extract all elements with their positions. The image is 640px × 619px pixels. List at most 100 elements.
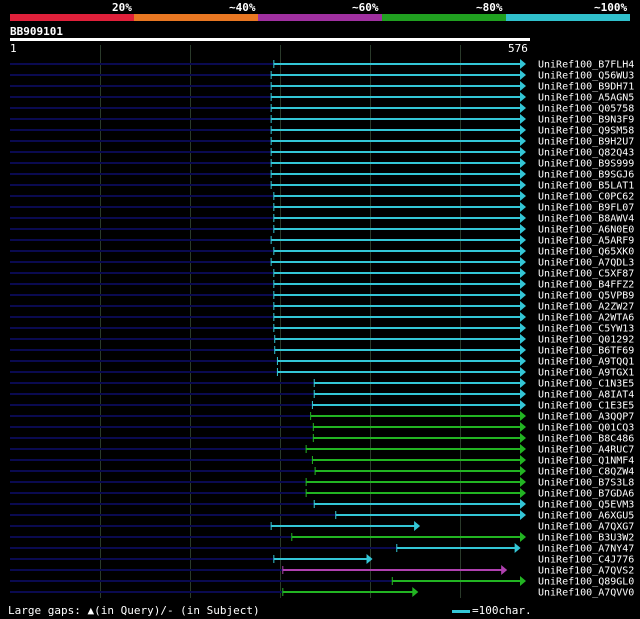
hit-row[interactable]: UniRef100_Q56WU3 <box>10 70 634 82</box>
hit-label[interactable]: UniRef100_A5ARF9 <box>538 236 634 247</box>
hit-row[interactable]: UniRef100_A6N0E0 <box>10 224 634 236</box>
hit-label[interactable]: UniRef100_C1N3E5 <box>538 379 634 390</box>
hit-label[interactable]: UniRef100_Q89GL0 <box>538 577 634 588</box>
hit-row[interactable]: UniRef100_A5ARF9 <box>10 235 634 247</box>
hit-label[interactable]: UniRef100_C0PC62 <box>538 192 634 203</box>
hit-label[interactable]: UniRef100_A7NY47 <box>538 544 634 555</box>
hit-row[interactable]: UniRef100_B9DH71 <box>10 81 634 93</box>
hit-row[interactable]: UniRef100_A5AGN5 <box>10 92 634 104</box>
hit-label[interactable]: UniRef100_C8QZW4 <box>538 467 634 478</box>
hit-row[interactable]: UniRef100_Q01292 <box>10 334 634 346</box>
hit-label[interactable]: UniRef100_C1E3E5 <box>538 401 634 412</box>
hit-row[interactable]: UniRef100_A9TGX1 <box>10 367 634 379</box>
hit-label[interactable]: UniRef100_B3U3W2 <box>538 533 634 544</box>
hit-label[interactable]: UniRef100_A9TQQ1 <box>538 357 634 368</box>
hit-row[interactable]: UniRef100_B9N3F9 <box>10 114 634 126</box>
hit-row[interactable]: UniRef100_B9FL07 <box>10 202 634 214</box>
hit-label[interactable]: UniRef100_Q9SM58 <box>538 126 634 137</box>
hit-row[interactable]: UniRef100_B7GDA6 <box>10 488 634 500</box>
hit-row[interactable]: UniRef100_C8QZW4 <box>10 466 634 478</box>
hit-row[interactable]: UniRef100_C1E3E5 <box>10 400 634 412</box>
hit-arrowhead <box>520 224 526 234</box>
hit-label[interactable]: UniRef100_B9S999 <box>538 159 634 170</box>
hit-row[interactable]: UniRef100_Q82Q43 <box>10 147 634 159</box>
hit-row[interactable]: UniRef100_A6XGU5 <box>10 510 634 522</box>
hit-label[interactable]: UniRef100_B5LAT1 <box>538 181 634 192</box>
hit-row[interactable]: UniRef100_C0PC62 <box>10 191 634 203</box>
hit-label[interactable]: UniRef100_B6TF69 <box>538 346 634 357</box>
hit-row[interactable]: UniRef100_A7NY47 <box>10 543 634 555</box>
hit-label[interactable]: UniRef100_Q01292 <box>538 335 634 346</box>
hit-row[interactable]: UniRef100_Q9SM58 <box>10 125 634 137</box>
hit-label[interactable]: UniRef100_Q5VPB9 <box>538 291 634 302</box>
hit-label[interactable]: UniRef100_Q5EVM3 <box>538 500 634 511</box>
hit-row[interactable]: UniRef100_B8C486 <box>10 433 634 445</box>
hit-row[interactable]: UniRef100_A8IAT4 <box>10 389 634 401</box>
hit-row[interactable]: UniRef100_B8AWV4 <box>10 213 634 225</box>
hit-label[interactable]: UniRef100_A8IAT4 <box>538 390 634 401</box>
hit-row[interactable]: UniRef100_C1N3E5 <box>10 378 634 390</box>
hit-row[interactable]: UniRef100_B5LAT1 <box>10 180 634 192</box>
hit-label[interactable]: UniRef100_B7S3L8 <box>538 478 634 489</box>
hit-row[interactable]: UniRef100_A4RUC7 <box>10 444 634 456</box>
hit-row[interactable]: UniRef100_A7QVV0 <box>10 587 634 599</box>
hit-row[interactable]: UniRef100_A2ZW27 <box>10 301 634 313</box>
hit-label[interactable]: UniRef100_B9FL07 <box>538 203 634 214</box>
hit-label[interactable]: UniRef100_A5AGN5 <box>538 93 634 104</box>
hit-label[interactable]: UniRef100_A6N0E0 <box>538 225 634 236</box>
hit-row[interactable]: UniRef100_Q05758 <box>10 103 634 115</box>
hit-label[interactable]: UniRef100_A7QDL3 <box>538 258 634 269</box>
hit-label[interactable]: UniRef100_A2ZW27 <box>538 302 634 313</box>
hit-row[interactable]: UniRef100_Q5EVM3 <box>10 499 634 511</box>
hit-label[interactable]: UniRef100_Q05758 <box>538 104 634 115</box>
hit-label[interactable]: UniRef100_C4J776 <box>538 555 634 566</box>
hit-row[interactable]: UniRef100_Q5VPB9 <box>10 290 634 302</box>
hit-row[interactable]: UniRef100_A7QVS2 <box>10 565 634 577</box>
hit-label[interactable]: UniRef100_B7GDA6 <box>538 489 634 500</box>
hit-row[interactable]: UniRef100_Q01CQ3 <box>10 422 634 434</box>
hit-arrowhead <box>520 323 526 333</box>
hit-row[interactable]: UniRef100_A9TQQ1 <box>10 356 634 368</box>
hit-label[interactable]: UniRef100_C5YW13 <box>538 324 634 335</box>
hit-label[interactable]: UniRef100_B8C486 <box>538 434 634 445</box>
hit-row[interactable]: UniRef100_C5YW13 <box>10 323 634 335</box>
hit-row[interactable]: UniRef100_B7S3L8 <box>10 477 634 489</box>
hit-label[interactable]: UniRef100_Q82Q43 <box>538 148 634 159</box>
hit-label[interactable]: UniRef100_A2WTA6 <box>538 313 634 324</box>
hit-label[interactable]: UniRef100_C5XF87 <box>538 269 634 280</box>
hit-row[interactable]: UniRef100_C4J776 <box>10 554 634 566</box>
hit-row[interactable]: UniRef100_B7FLH4 <box>10 59 634 71</box>
hit-row[interactable]: UniRef100_A7QDL3 <box>10 257 634 269</box>
hit-label[interactable]: UniRef100_A7QVS2 <box>538 566 634 577</box>
hit-row[interactable]: UniRef100_Q1NMF4 <box>10 455 634 467</box>
hit-row[interactable]: UniRef100_Q89GL0 <box>10 576 634 588</box>
hit-label[interactable]: UniRef100_Q65XK0 <box>538 247 634 258</box>
hit-label[interactable]: UniRef100_A7QVV0 <box>538 588 634 599</box>
hit-label[interactable]: UniRef100_Q01CQ3 <box>538 423 634 434</box>
hit-label[interactable]: UniRef100_Q56WU3 <box>538 71 634 82</box>
hit-label[interactable]: UniRef100_B9DH71 <box>538 82 634 93</box>
hit-row[interactable]: UniRef100_Q65XK0 <box>10 246 634 258</box>
hit-label[interactable]: UniRef100_A6XGU5 <box>538 511 634 522</box>
hit-row[interactable]: UniRef100_B4FFZ2 <box>10 279 634 291</box>
hit-row[interactable]: UniRef100_A3QQP7 <box>10 411 634 423</box>
hit-label[interactable]: UniRef100_B8AWV4 <box>538 214 634 225</box>
hit-label[interactable]: UniRef100_A9TGX1 <box>538 368 634 379</box>
hit-label[interactable]: UniRef100_B9SGJ6 <box>538 170 634 181</box>
hit-label[interactable]: UniRef100_A7QXG7 <box>538 522 634 533</box>
hit-row[interactable]: UniRef100_C5XF87 <box>10 268 634 280</box>
hit-label[interactable]: UniRef100_A4RUC7 <box>538 445 634 456</box>
hit-row[interactable]: UniRef100_B3U3W2 <box>10 532 634 544</box>
hit-row[interactable]: UniRef100_A7QXG7 <box>10 521 634 533</box>
hit-row[interactable]: UniRef100_B9H2U7 <box>10 136 634 148</box>
hit-label[interactable]: UniRef100_A3QQP7 <box>538 412 634 423</box>
hit-row[interactable]: UniRef100_A2WTA6 <box>10 312 634 324</box>
hit-label[interactable]: UniRef100_Q1NMF4 <box>538 456 634 467</box>
hit-row[interactable]: UniRef100_B9SGJ6 <box>10 169 634 181</box>
hit-row[interactable]: UniRef100_B9S999 <box>10 158 634 170</box>
hit-label[interactable]: UniRef100_B9N3F9 <box>538 115 634 126</box>
hit-row[interactable]: UniRef100_B6TF69 <box>10 345 634 357</box>
hit-label[interactable]: UniRef100_B4FFZ2 <box>538 280 634 291</box>
hit-label[interactable]: UniRef100_B7FLH4 <box>538 60 634 71</box>
hit-label[interactable]: UniRef100_B9H2U7 <box>538 137 634 148</box>
